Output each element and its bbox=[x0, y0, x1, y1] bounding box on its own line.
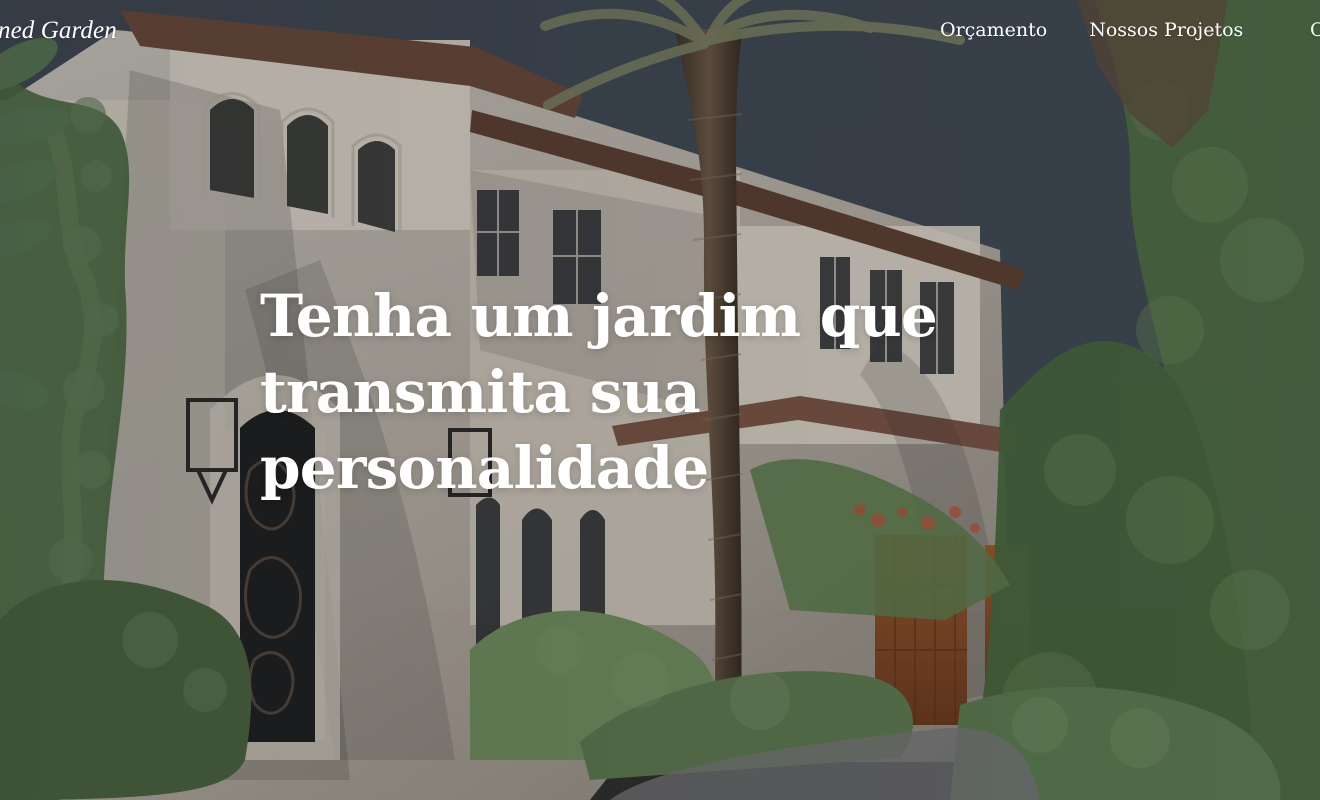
nav-link-orcamento[interactable]: Orçamento bbox=[940, 16, 1047, 44]
hero-section: ned Garden Orçamento Nossos Projetos C T… bbox=[0, 0, 1320, 800]
top-navigation: Orçamento Nossos Projetos bbox=[940, 16, 1243, 44]
hero-headline: Tenha um jardim que transmita sua person… bbox=[260, 282, 938, 502]
nav-link-clipped[interactable]: C bbox=[1310, 16, 1320, 44]
nav-link-nossos-projetos[interactable]: Nossos Projetos bbox=[1089, 16, 1243, 44]
brand-logo[interactable]: ned Garden bbox=[0, 15, 117, 47]
